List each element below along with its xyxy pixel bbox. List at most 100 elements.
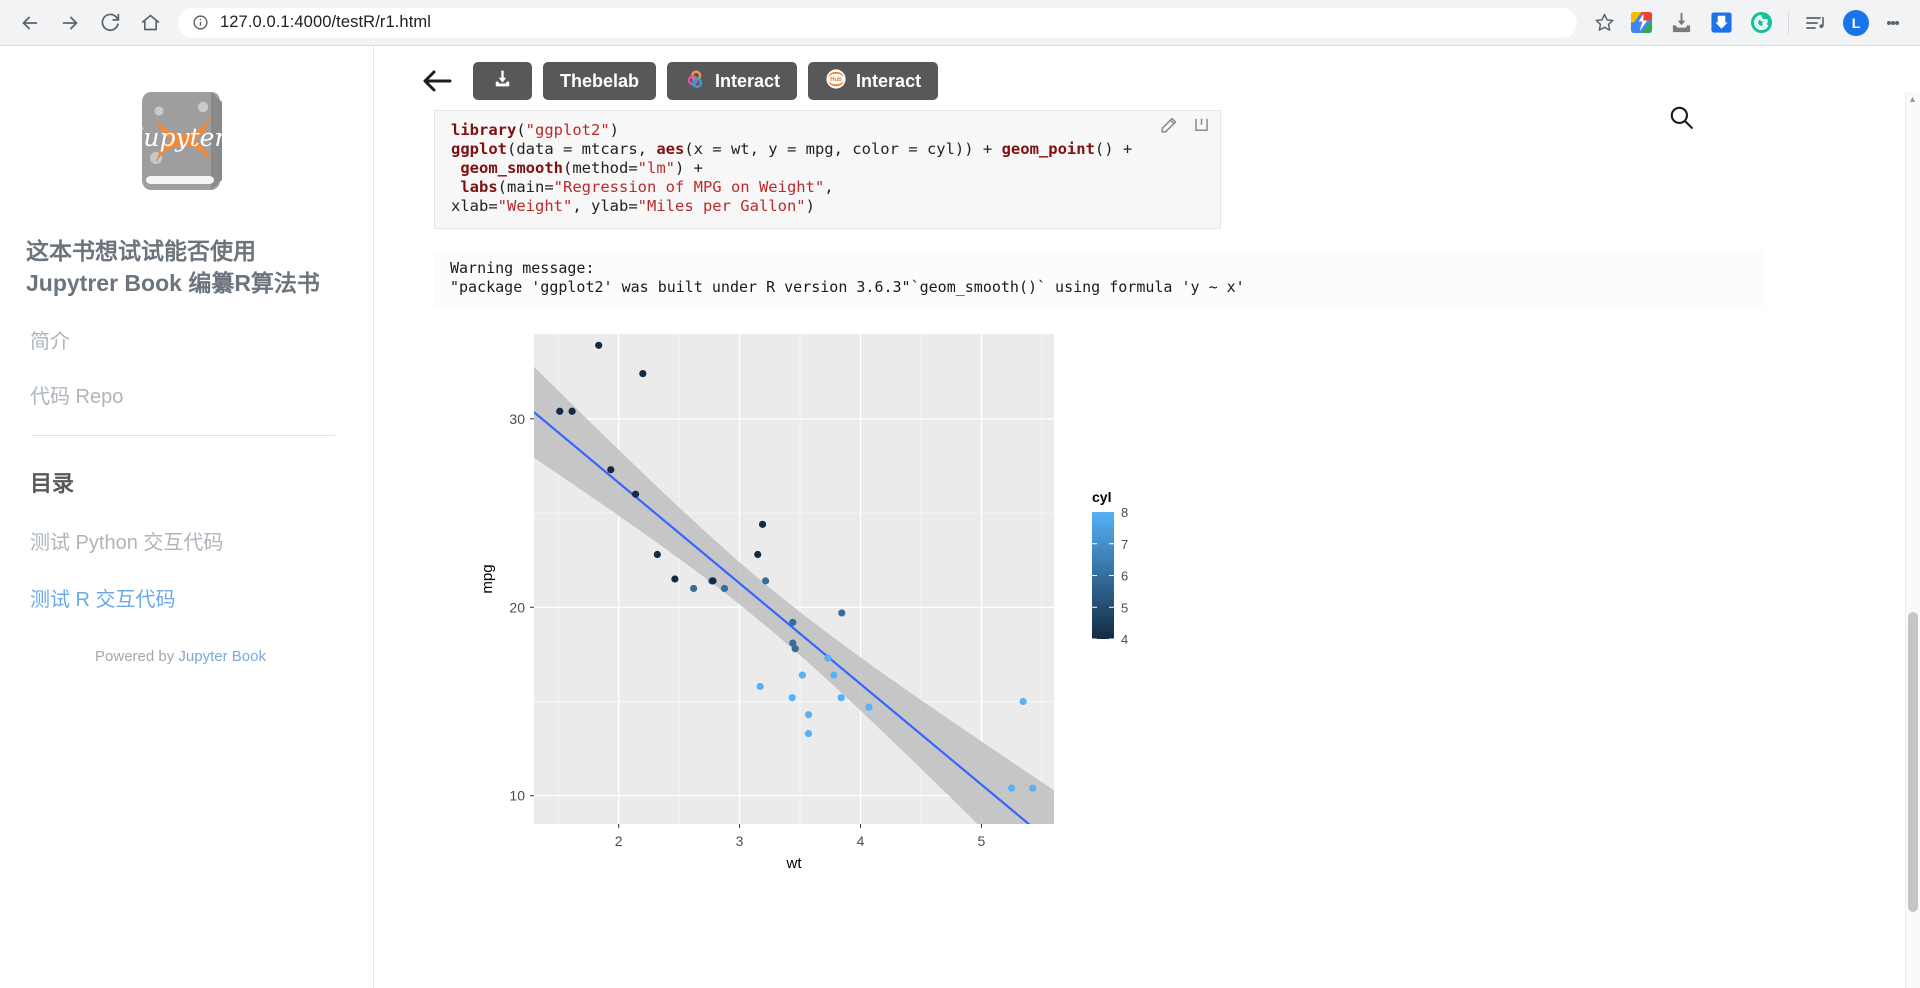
chrome-menu-button[interactable] [1876,6,1910,40]
back-button[interactable] [13,6,47,40]
toc-item-r[interactable]: 测试 R 交互代码 [30,583,339,612]
data-point [788,694,796,702]
axis-tick-label: 10 [509,788,525,804]
binder-interact-label: Interact [715,70,781,91]
jupyter-book-link[interactable]: Jupyter Book [178,648,266,665]
axis-tick-label: 4 [857,833,865,849]
jupyterhub-interact-button[interactable]: Hub Interact [808,62,939,100]
download-manager-icon[interactable] [1664,6,1698,40]
address-bar[interactable]: 127.0.0.1:4000/testR/r1.html [178,7,1577,38]
hub-interact-label: Interact [856,70,922,91]
thebelab-label: Thebelab [560,70,640,91]
jupyter-book-logo[interactable]: jupyter [22,78,339,210]
legend-tick-label: 6 [1121,569,1128,584]
axis-tick-label: 30 [509,411,525,427]
code-token: geom_point [1001,139,1095,158]
extension-icons [1621,6,1836,40]
cell-toolbar [1159,116,1211,140]
warning-line-2: "package 'ggplot2' was built under R ver… [450,278,1245,297]
data-point [838,609,846,617]
x-axis-label: wt [786,855,803,872]
data-point [830,671,838,679]
site-info-icon[interactable] [192,14,209,31]
code-token: labs [460,177,498,196]
code-token: ) + [674,158,703,177]
axis-tick-label: 3 [736,833,744,849]
edit-pencil-icon[interactable] [1159,116,1178,140]
avatar-initial: L [1843,9,1869,36]
data-point [756,682,764,691]
data-point [631,490,640,498]
home-button[interactable] [133,6,167,40]
scroll-up-arrow-icon[interactable]: ▲ [1908,94,1917,104]
binder-interact-button[interactable]: Interact [667,62,798,100]
url-text: 127.0.0.1:4000/testR/r1.html [220,13,432,31]
toc-heading: 目录 [30,471,75,497]
data-point [1008,784,1016,792]
output-cell: Warning message: "package 'ggplot2' was … [434,250,1764,309]
code-token: , ylab= [572,196,638,215]
code-token: "Miles per Gallon" [637,196,806,215]
data-point [761,577,770,585]
vertical-scrollbar[interactable]: ▲ ▼ [1905,92,1920,988]
legend-tick-label: 4 [1121,632,1128,647]
code-token: (method= [563,158,638,177]
notebook-content: library("ggplot2") ggplot(data = mtcars,… [374,102,1920,891]
avatar[interactable]: L [1839,6,1873,40]
save-to-pocket-icon[interactable] [1704,6,1738,40]
grammarly-icon[interactable] [1744,6,1778,40]
search-icon[interactable] [1668,104,1694,135]
reload-button[interactable] [93,6,127,40]
y-axis-label: mpg [479,565,496,594]
data-point [865,703,873,711]
code-token: geom_smooth [460,158,563,177]
legend-tick-label: 7 [1121,537,1128,552]
playlist-icon[interactable] [1799,6,1833,40]
binder-icon [684,68,706,95]
toc-item-python[interactable]: 测试 Python 交互代码 [30,526,339,555]
data-point [837,694,845,702]
data-point [607,466,615,474]
powered-by-text: Powered by [95,648,179,666]
back-to-page-arrow-icon[interactable] [422,68,452,94]
code-token: ) [805,196,815,215]
sidebar-divider [32,435,335,437]
data-point [824,654,832,662]
code-token: "lm" [637,158,675,177]
sidebar-link-repo[interactable]: 代码 Repo [30,380,339,409]
axis-tick-label: 20 [509,599,525,615]
data-point [754,551,762,559]
forward-button[interactable] [53,6,87,40]
code-token: ( [516,121,526,139]
ggplot-figure: 10 20 30 2 3 4 5 wt mpg cyl 8 7 6 5 4 [434,326,1654,891]
data-point [1019,698,1027,706]
code-block[interactable]: library("ggplot2") ggplot(data = mtcars,… [434,110,1221,229]
code-token: (main= [497,177,554,196]
sidebar-link-intro[interactable]: 简介 [30,325,339,354]
scrollbar-thumb[interactable] [1908,612,1918,912]
download-icon [493,69,512,93]
code-token: "Weight" [497,196,573,215]
code-token: (x = wt, y = mpg, color = cyl)) + [684,139,1002,158]
thebelab-button[interactable]: Thebelab [543,62,657,100]
scatter-plot-svg: 10 20 30 2 3 4 5 wt mpg cyl 8 7 6 5 4 [479,334,1128,872]
legend-title: cyl [1092,489,1111,505]
download-button[interactable] [473,62,532,100]
data-point [709,577,717,585]
legend-tick-label: 5 [1121,600,1128,615]
main-content: Thebelab Interact Hub Interact library("… [374,46,1920,988]
data-point [758,520,767,529]
data-point [1029,784,1037,792]
copy-cell-icon[interactable] [1192,116,1211,140]
bookmark-star-icon[interactable] [1587,6,1621,40]
data-point [720,584,729,593]
sidebar: jupyter 这本书想试试能否使用Jupytrer Book 编纂R算法书 简… [0,46,374,988]
colorful-extension-icon[interactable] [1624,6,1658,40]
kebab-dot [1895,20,1899,25]
page-body: jupyter 这本书想试试能否使用Jupytrer Book 编纂R算法书 简… [0,46,1920,988]
axis-tick-label: 5 [978,833,986,849]
code-cell: library("ggplot2") ggplot(data = mtcars,… [434,110,1221,229]
code-token: "ggplot2" [525,121,610,139]
